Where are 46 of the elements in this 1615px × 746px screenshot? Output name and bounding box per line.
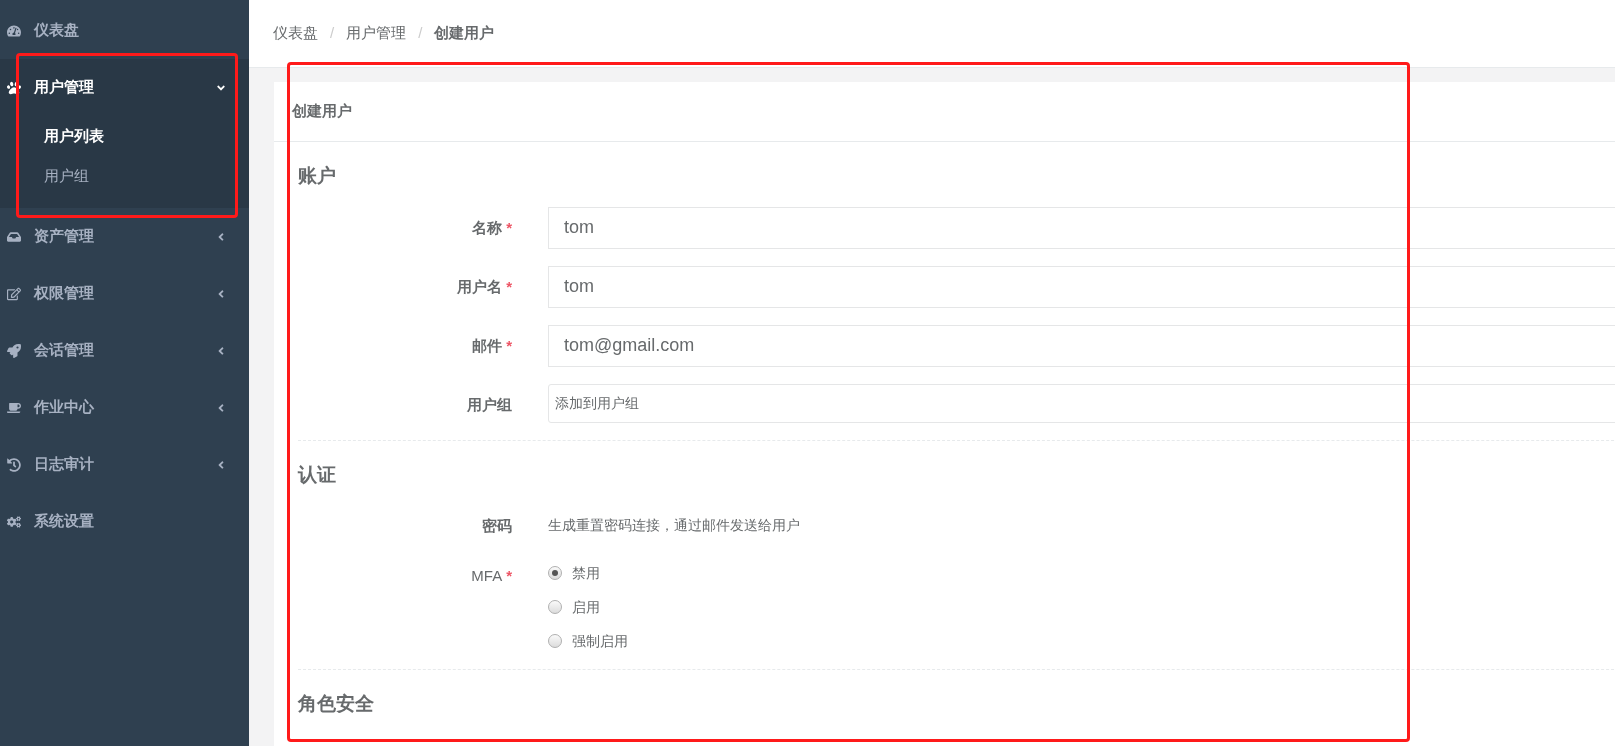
- gears-icon: [6, 514, 22, 529]
- sidebar-item[interactable]: 仪表盘: [0, 2, 249, 59]
- radio-label: 启用: [572, 597, 600, 617]
- breadcrumb-link[interactable]: 仪表盘: [273, 22, 318, 45]
- required-asterisk: *: [506, 217, 512, 238]
- field-label: 名称: [472, 217, 503, 238]
- breadcrumb-link[interactable]: 用户管理: [346, 22, 407, 45]
- cup-icon: [6, 400, 22, 415]
- required-asterisk: *: [506, 276, 512, 297]
- radio-label: 强制启用: [572, 631, 628, 651]
- section-title: 认证: [298, 462, 337, 487]
- required-asterisk: *: [506, 565, 512, 586]
- input-field[interactable]: tom@gmail.com: [548, 324, 1615, 367]
- input-field[interactable]: tom: [548, 206, 1615, 249]
- card-title: 创建用户: [274, 82, 1615, 142]
- radio-button[interactable]: [548, 600, 562, 614]
- sidebar-item[interactable]: 权限管理: [0, 265, 249, 322]
- paw-icon: [6, 80, 22, 95]
- breadcrumb-separator: /: [330, 23, 335, 44]
- required-asterisk: *: [506, 335, 512, 356]
- field-label: 密码: [482, 516, 512, 536]
- submenu-item[interactable]: 用户组: [0, 156, 249, 196]
- help-text: 生成重置密码连接，通过邮件发送给用户: [548, 516, 801, 535]
- select-field[interactable]: 添加到用户组: [548, 383, 1615, 423]
- sidebar-item[interactable]: 资产管理: [0, 208, 249, 265]
- section-title: 账户: [298, 164, 337, 188]
- gauge-icon: [6, 23, 22, 38]
- section-title: 角色安全: [298, 691, 375, 716]
- radio-button[interactable]: [548, 634, 562, 648]
- sidebar-item[interactable]: 用户管理: [0, 59, 249, 116]
- sidebar-item[interactable]: 日志审计: [0, 436, 249, 493]
- field-label: 用户组: [467, 394, 512, 415]
- sidebar-item[interactable]: 系统设置: [0, 493, 249, 550]
- field-label: 用户名: [457, 276, 503, 297]
- breadcrumb-separator: /: [418, 23, 423, 44]
- rocket-icon: [6, 343, 22, 358]
- field-label: 邮件: [472, 335, 503, 356]
- radio-label: 禁用: [572, 563, 600, 583]
- input-field[interactable]: tom: [548, 265, 1615, 308]
- tray-icon: [6, 229, 22, 244]
- submenu-item[interactable]: 用户列表: [0, 116, 249, 156]
- field-label: MFA: [471, 565, 503, 586]
- history-icon: [6, 457, 22, 472]
- sidebar-item[interactable]: 作业中心: [0, 379, 249, 436]
- sidebar-item[interactable]: 会话管理: [0, 322, 249, 379]
- radio-button[interactable]: [548, 566, 562, 580]
